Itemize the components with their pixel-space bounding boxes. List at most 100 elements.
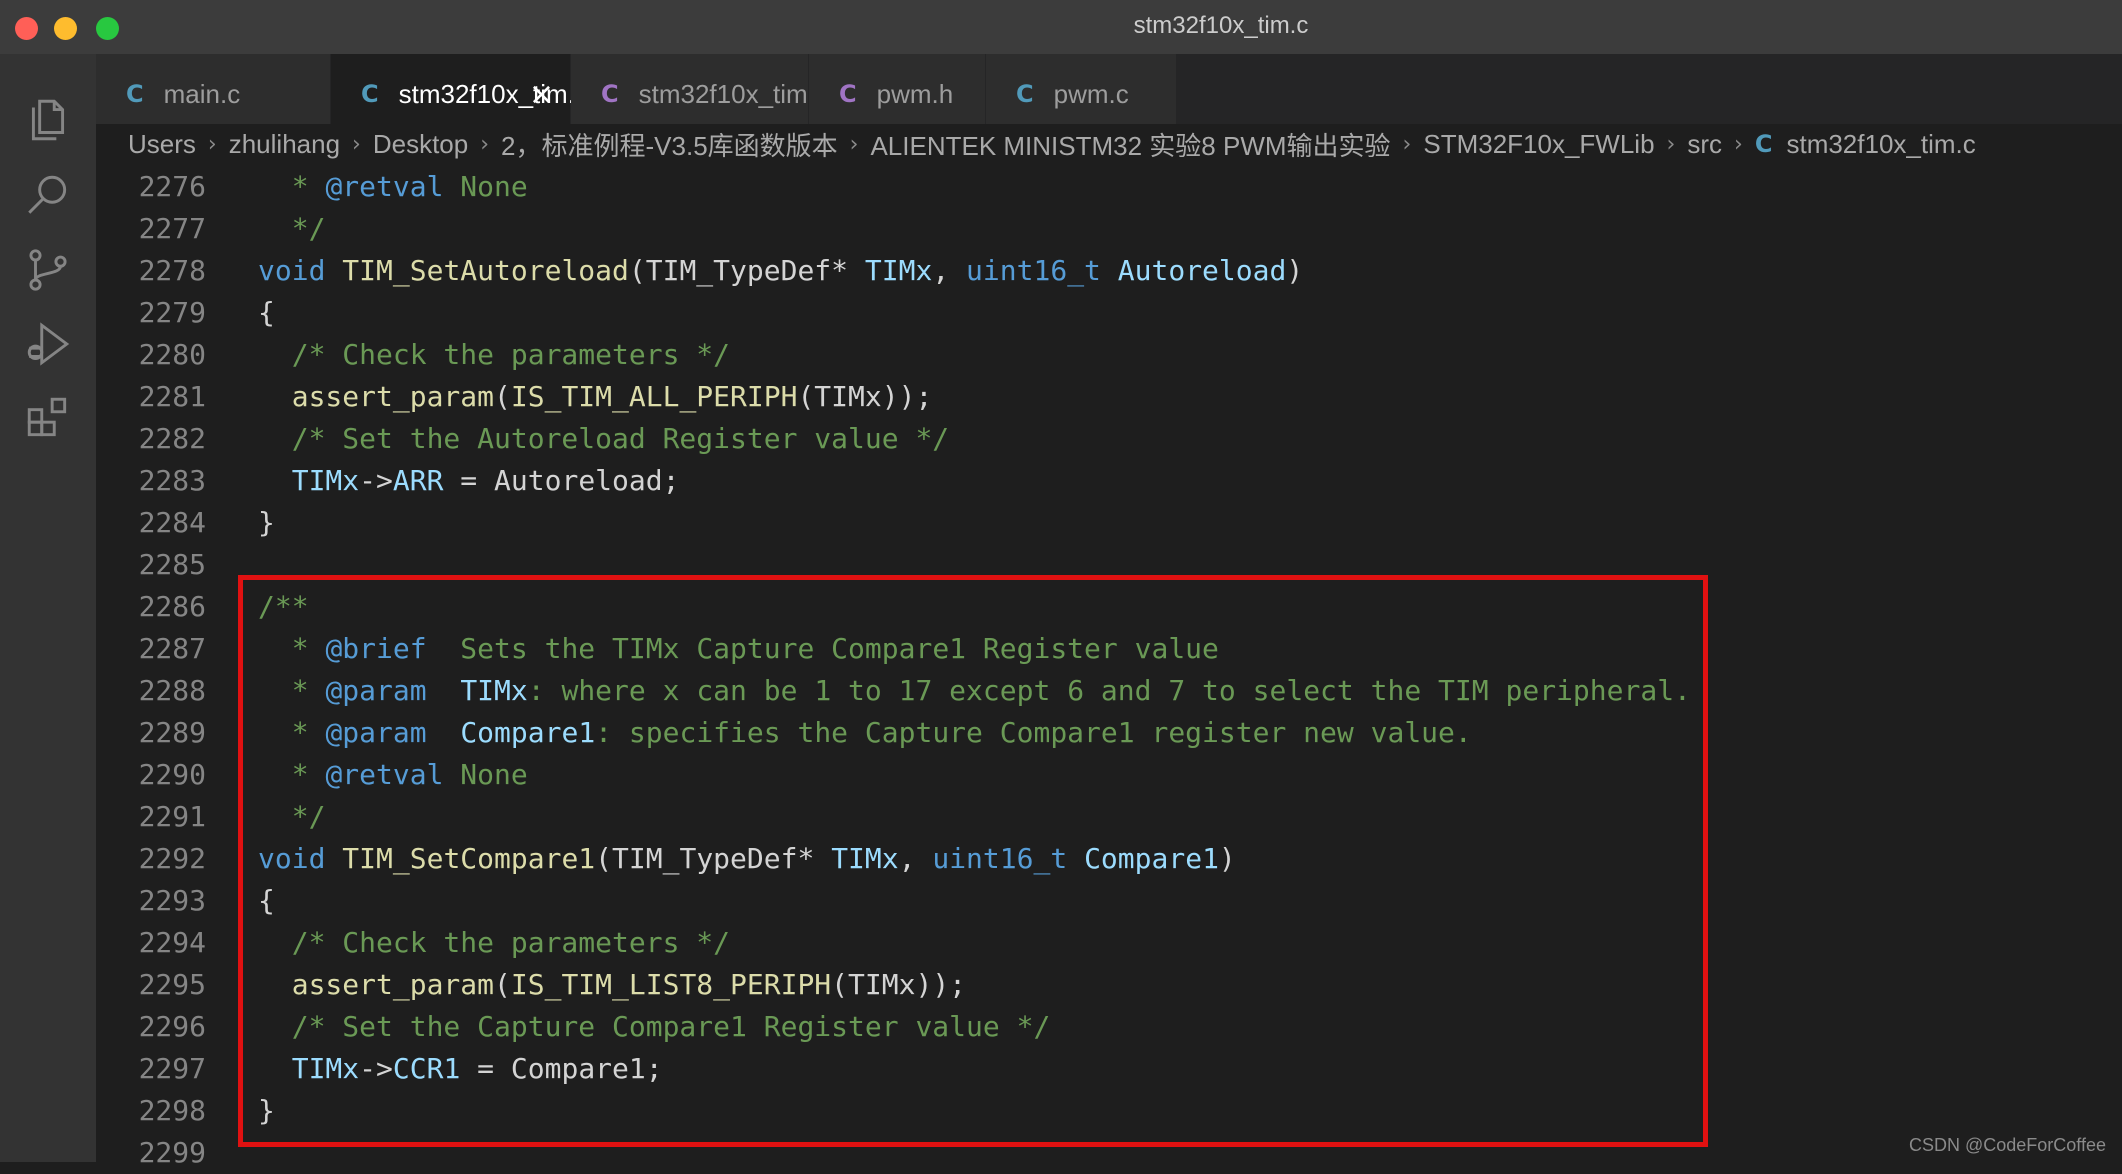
- breadcrumb-file[interactable]: stm32f10x_tim.c: [1786, 129, 1975, 160]
- line-number: 2287: [138, 632, 206, 665]
- line-number: 2297: [138, 1052, 206, 1085]
- code-token: /* Check the parameters */: [258, 338, 731, 371]
- window-title: stm32f10x_tim.c: [1133, 12, 1309, 39]
- code-token: @retval: [325, 170, 444, 203]
- chevron-right-icon: ›: [207, 131, 217, 157]
- tab-label: stm32f10x_tim.c: [398, 78, 588, 109]
- code-token: Autoreload: [1117, 254, 1287, 287]
- code-line[interactable]: void TIM_SetAutoreload(TIM_TypeDef* TIMx…: [258, 250, 1303, 292]
- code-token: */: [258, 212, 326, 245]
- breadcrumb-item[interactable]: STM32F10x_FWLib: [1423, 129, 1654, 160]
- code-token: TIMx: [864, 254, 933, 287]
- code-token: uint16_t: [966, 254, 1118, 287]
- code-line[interactable]: /* Check the parameters */: [258, 334, 730, 376]
- breadcrumb-item[interactable]: Desktop: [373, 129, 468, 160]
- code-token: assert_param: [291, 380, 495, 413]
- code-token: (TIM_TypeDef*: [628, 254, 865, 287]
- line-number: 2284: [138, 506, 206, 539]
- tab-label: main.c: [163, 78, 241, 109]
- breadcrumb-item[interactable]: Users: [128, 129, 196, 160]
- tab-label: stm32f10x_tim.h: [638, 78, 830, 109]
- tab-stm32f10x-tim-c[interactable]: C stm32f10x_tim.c ×: [331, 54, 588, 134]
- c-header-icon: C: [839, 80, 857, 108]
- line-number: 2282: [138, 422, 206, 455]
- code-token: ARR: [392, 464, 444, 497]
- line-number: 2277: [138, 212, 206, 245]
- run-debug-icon[interactable]: [20, 316, 76, 372]
- line-number: 2285: [138, 548, 206, 581]
- tab-pwm-h[interactable]: C pwm.h: [809, 54, 986, 134]
- code-token: *: [291, 170, 326, 203]
- code-token: TIMx: [291, 464, 360, 497]
- line-number: 2281: [138, 380, 206, 413]
- line-number: 2292: [138, 842, 206, 875]
- highlight-annotation-box: [238, 575, 1708, 1147]
- code-line[interactable]: * @retval None: [258, 166, 528, 208]
- tab-label: pwm.h: [876, 78, 954, 109]
- line-number: 2278: [138, 254, 206, 287]
- breadcrumb-item[interactable]: zhulihang: [229, 129, 340, 160]
- code-line[interactable]: }: [258, 502, 275, 544]
- code-token: None: [443, 170, 528, 203]
- code-token: /* Set the Autoreload Register value */: [258, 422, 950, 455]
- code-token: }: [258, 506, 275, 539]
- chevron-right-icon: ›: [849, 131, 859, 157]
- line-number: 2283: [138, 464, 206, 497]
- line-number: 2293: [138, 884, 206, 917]
- code-token: {: [258, 296, 275, 329]
- line-number: 2296: [138, 1010, 206, 1043]
- code-token: (TIMx));: [797, 380, 933, 413]
- line-number: 2289: [138, 716, 206, 749]
- c-file-icon: C: [361, 80, 379, 108]
- code-token: = Autoreload;: [443, 464, 680, 497]
- c-file-icon: C: [1754, 130, 1773, 158]
- c-file-icon: C: [126, 80, 144, 108]
- tab-bar: C main.c C stm32f10x_tim.c × C stm32f10x…: [96, 54, 2122, 134]
- code-line[interactable]: /* Set the Autoreload Register value */: [258, 418, 949, 460]
- line-number: 2291: [138, 800, 206, 833]
- line-number: 2290: [138, 758, 206, 791]
- line-number: 2298: [138, 1094, 206, 1127]
- code-line[interactable]: assert_param(IS_TIM_ALL_PERIPH(TIMx));: [258, 376, 933, 418]
- activity-bar: [0, 54, 96, 1162]
- code-token: TIM_SetAutoreload: [342, 254, 629, 287]
- close-icon[interactable]: ×: [529, 77, 554, 112]
- line-number: 2299: [138, 1136, 206, 1169]
- search-icon[interactable]: [20, 168, 76, 224]
- line-number: 2276: [138, 170, 206, 203]
- code-token: ->: [359, 464, 393, 497]
- watermark: CSDN @CodeForCoffee: [1908, 1135, 2106, 1155]
- breadcrumb-item[interactable]: src: [1687, 129, 1722, 160]
- explorer-icon[interactable]: [20, 92, 76, 148]
- code-line[interactable]: */: [258, 208, 326, 250]
- c-file-icon: C: [1016, 80, 1034, 108]
- code-line[interactable]: {: [258, 292, 275, 334]
- code-token: ,: [932, 254, 967, 287]
- line-number: 2286: [138, 590, 206, 623]
- chevron-right-icon: ›: [1734, 131, 1743, 157]
- source-control-icon[interactable]: [20, 242, 76, 298]
- tab-stm32f10x-tim-h[interactable]: C stm32f10x_tim.h: [571, 54, 829, 134]
- chevron-right-icon: ›: [1402, 131, 1412, 157]
- tab-main-c[interactable]: C main.c: [96, 54, 331, 134]
- code-token: IS_TIM_ALL_PERIPH: [510, 380, 798, 413]
- line-number: 2280: [138, 338, 206, 371]
- code-token: ): [1286, 254, 1304, 287]
- line-number-gutter: 2276 2277 2278 2279 2280 2281 2282 2283 2284 2285…: [96, 166, 216, 1169]
- title-bar: stm32f10x_tim.c: [0, 0, 2122, 55]
- line-number: 2288: [138, 674, 206, 707]
- breadcrumb: Users › zhulihang › Desktop › 2，标准例程-V3.5库函…: [96, 124, 2122, 164]
- tab-pwm-c[interactable]: C pwm.c: [986, 54, 1177, 134]
- chevron-right-icon: ›: [480, 131, 490, 157]
- line-number: 2279: [138, 296, 206, 329]
- extensions-icon[interactable]: [20, 390, 76, 446]
- code-line[interactable]: TIMx->ARR = Autoreload;: [258, 460, 680, 502]
- chevron-right-icon: ›: [1666, 131, 1676, 157]
- code-token: void: [258, 254, 343, 287]
- breadcrumb-item[interactable]: ALIENTEK MINISTM32 实验8 PWM输出实验: [870, 126, 1390, 163]
- code-token: (: [494, 380, 511, 413]
- breadcrumb-item[interactable]: 2，标准例程-V3.5库函数版本: [501, 126, 838, 163]
